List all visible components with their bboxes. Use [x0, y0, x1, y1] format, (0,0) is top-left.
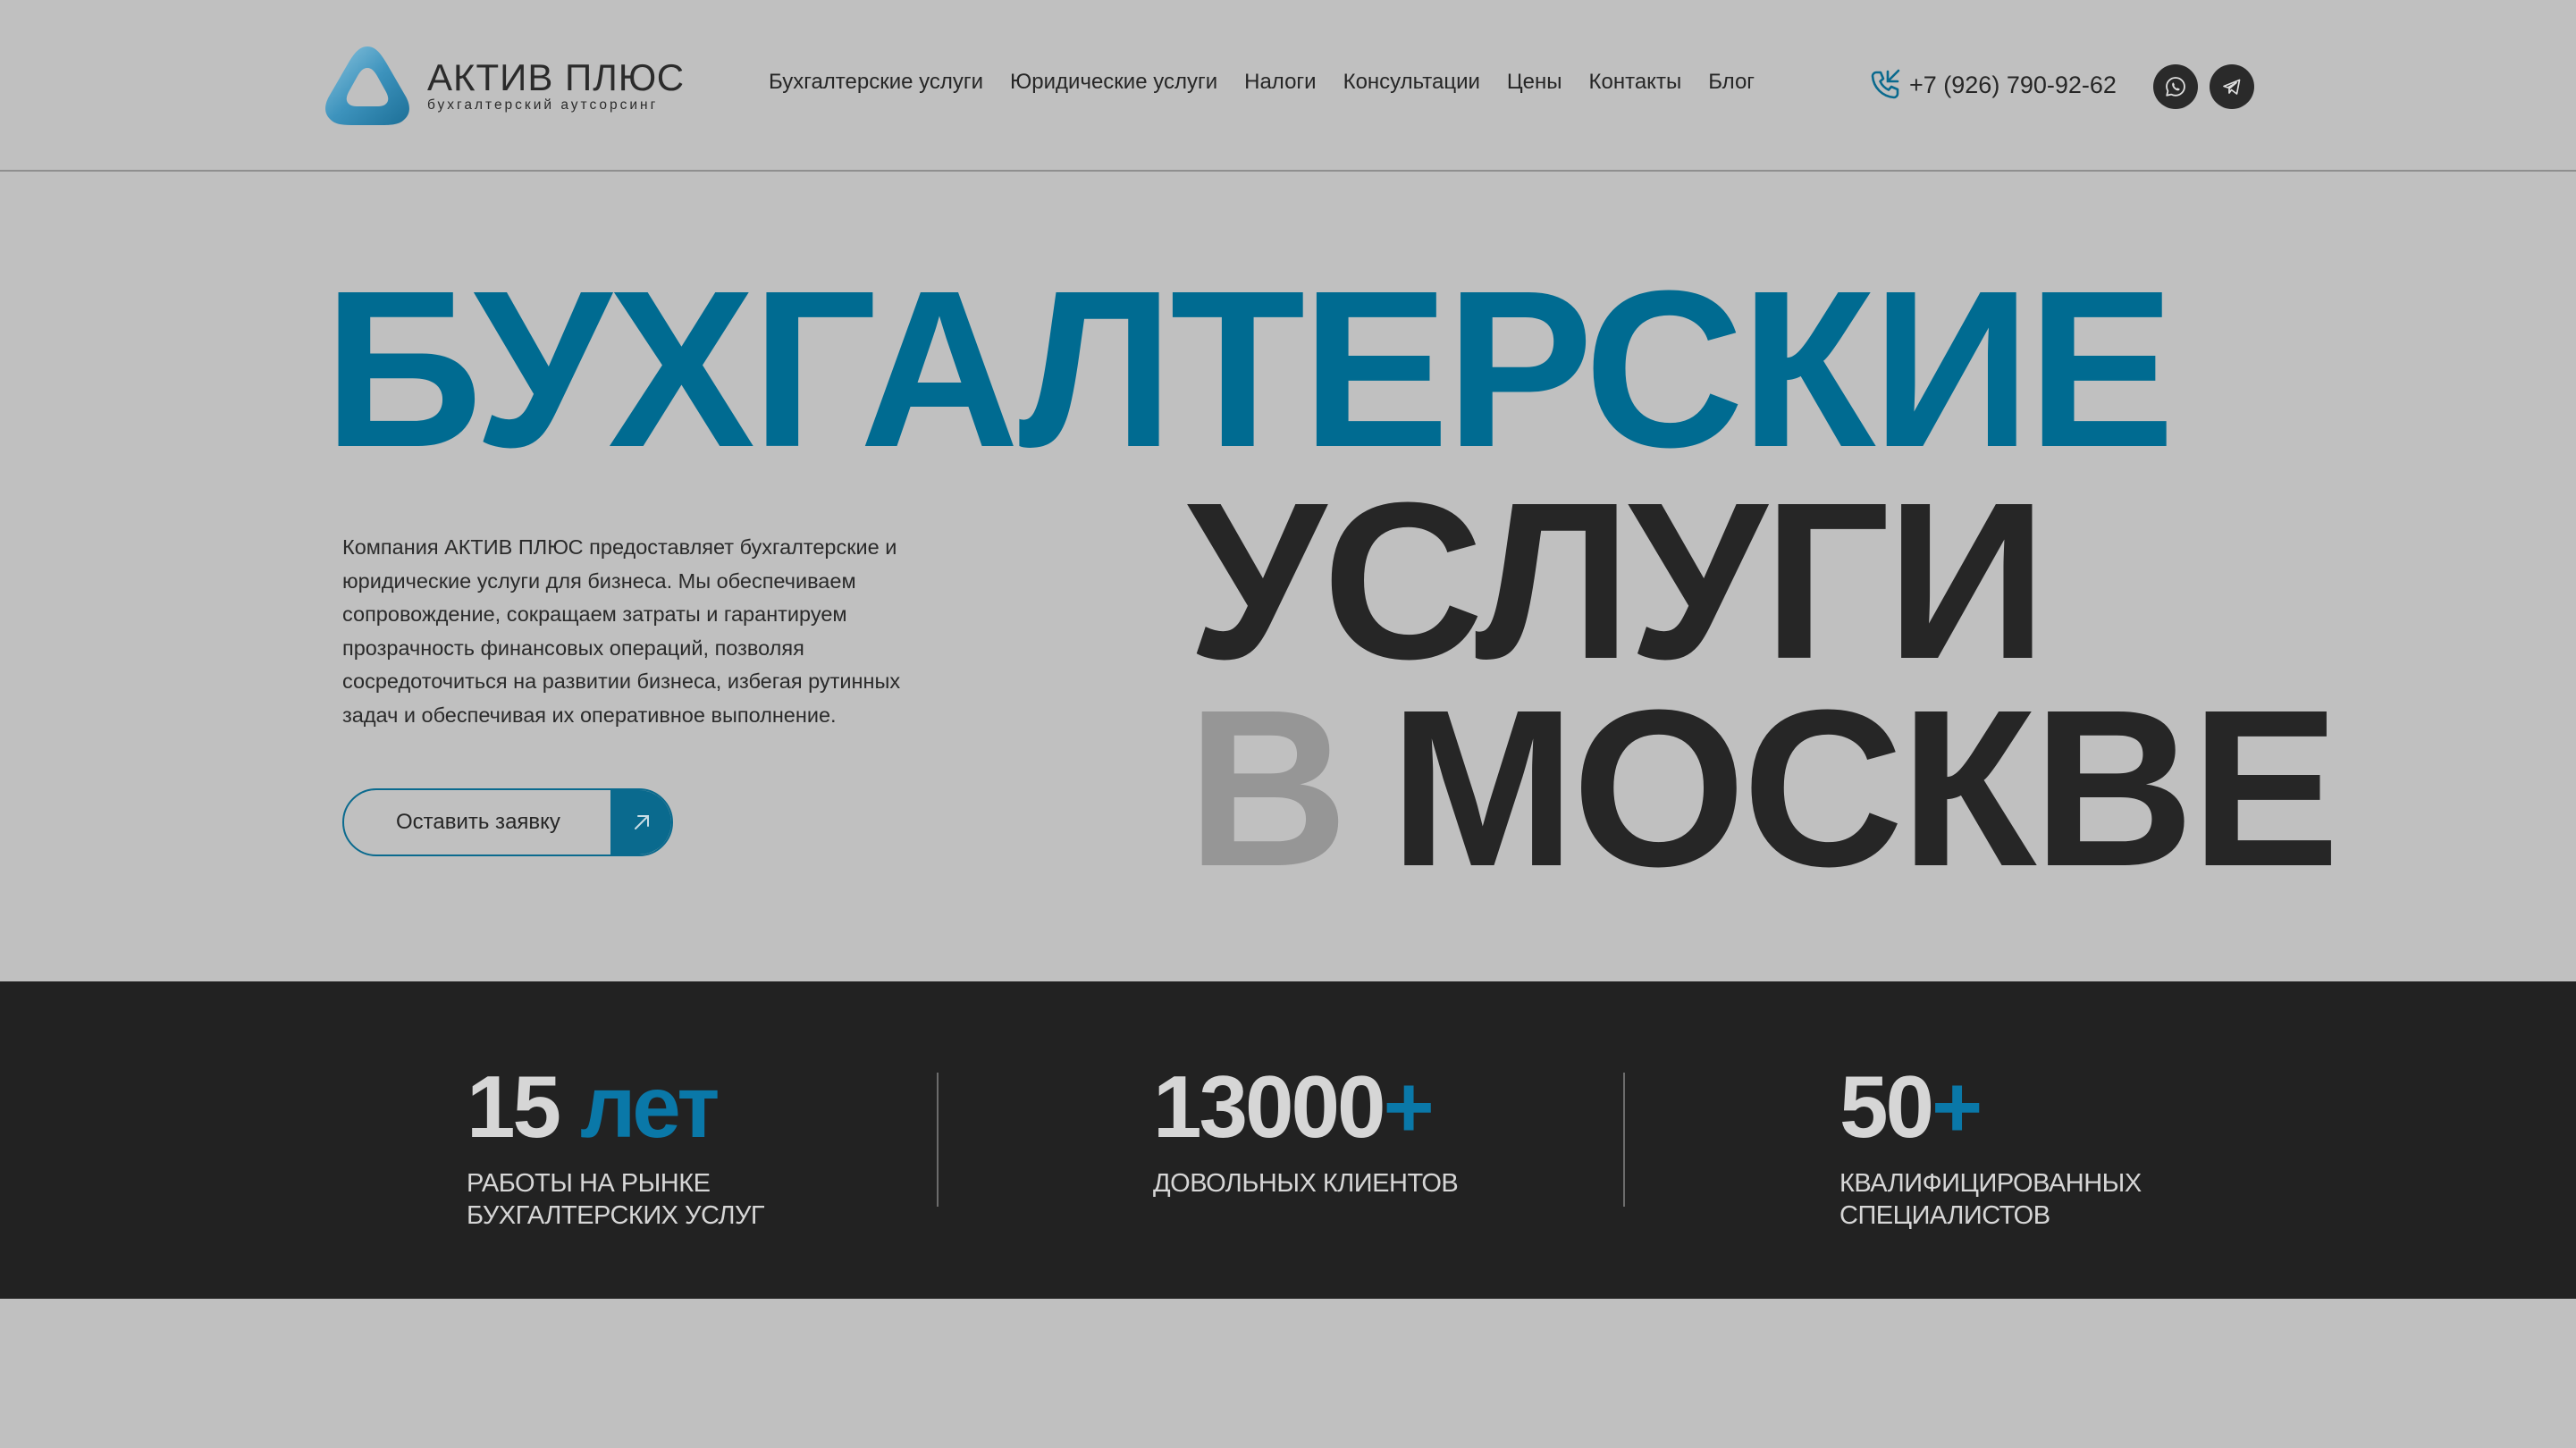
hero-title-preposition: В: [1187, 663, 1349, 913]
logo-subtitle: бухгалтерский аутсорсинг: [427, 97, 659, 113]
nav-item-prices[interactable]: Цены: [1507, 70, 1562, 95]
nav-item-accounting[interactable]: Бухгалтерские услуги: [769, 70, 983, 95]
hero-title-line2: УСЛУГИ: [1187, 456, 2047, 705]
stat-number: 50: [1839, 1057, 1934, 1156]
stat-label: РАБОТЫ НА РЫНКЕ БУХГАЛТЕРСКИХ УСЛУГ: [467, 1169, 765, 1230]
stat-clients: 13000+ ДОВОЛЬНЫХ КЛИЕНТОВ: [1153, 1062, 1459, 1200]
stat-value: 50+: [1839, 1062, 2142, 1151]
nav-item-taxes[interactable]: Налоги: [1244, 70, 1316, 95]
stat-number: 13000: [1153, 1057, 1386, 1156]
stat-label: КВАЛИФИЦИРОВАННЫХ СПЕЦИАЛИСТОВ: [1839, 1169, 2142, 1230]
telegram-button[interactable]: [2210, 64, 2254, 109]
stats-band: 15 лет РАБОТЫ НА РЫНКЕ БУХГАЛТЕРСКИХ УСЛ…: [0, 981, 2576, 1299]
nav-item-contacts[interactable]: Контакты: [1589, 70, 1682, 95]
phone-link[interactable]: +7 (926) 790-92-62: [1868, 68, 2117, 102]
stat-accent: +: [1932, 1057, 1983, 1156]
stat-accent: лет: [580, 1057, 720, 1156]
phone-number: +7 (926) 790-92-62: [1909, 71, 2117, 98]
stat-label: ДОВОЛЬНЫХ КЛИЕНТОВ: [1153, 1169, 1459, 1198]
main-nav: Бухгалтерские услуги Юридические услуги …: [769, 70, 1755, 95]
stats-divider: [1623, 1073, 1625, 1207]
whatsapp-button[interactable]: [2153, 64, 2198, 109]
nav-item-blog[interactable]: Блог: [1708, 70, 1755, 95]
stat-value: 15 лет: [467, 1062, 764, 1151]
stat-value: 13000+: [1153, 1062, 1458, 1151]
hero-title-line3: В МОСКВЕ: [1187, 677, 2340, 900]
stat-number: 15: [467, 1057, 561, 1156]
nav-item-consulting[interactable]: Консультации: [1343, 70, 1480, 95]
whatsapp-icon: [2166, 77, 2185, 97]
stats-divider: [937, 1073, 939, 1207]
arrow-up-right-icon: [610, 790, 671, 854]
hero-title-city: МОСКВЕ: [1389, 663, 2340, 913]
triangle-ring-logo-icon: [325, 46, 409, 125]
hero-title-line1: БУХГАЛТЕРСКИЕ: [324, 244, 2175, 493]
phone-icon: [1871, 69, 1900, 99]
telegram-icon: [2223, 79, 2241, 95]
logo[interactable]: АКТИВ ПЛЮС бухгалтерский аутсорсинг: [322, 43, 685, 129]
logo-title: АКТИВ ПЛЮС: [427, 56, 686, 98]
stat-specialists: 50+ КВАЛИФИЦИРОВАННЫХ СПЕЦИАЛИСТОВ: [1839, 1062, 2142, 1232]
nav-item-legal[interactable]: Юридические услуги: [1010, 70, 1217, 95]
hero-intro-text: Компания АКТИВ ПЛЮС предоставляет бухгал…: [342, 535, 901, 727]
request-button-label: Оставить заявку: [396, 810, 560, 834]
site-header: АКТИВ ПЛЮС бухгалтерский аутсорсинг Бухг…: [0, 0, 2576, 172]
stat-years: 15 лет РАБОТЫ НА РЫНКЕ БУХГАЛТЕРСКИХ УСЛ…: [467, 1062, 765, 1232]
stat-accent: +: [1383, 1057, 1435, 1156]
request-button[interactable]: Оставить заявку: [342, 788, 673, 856]
